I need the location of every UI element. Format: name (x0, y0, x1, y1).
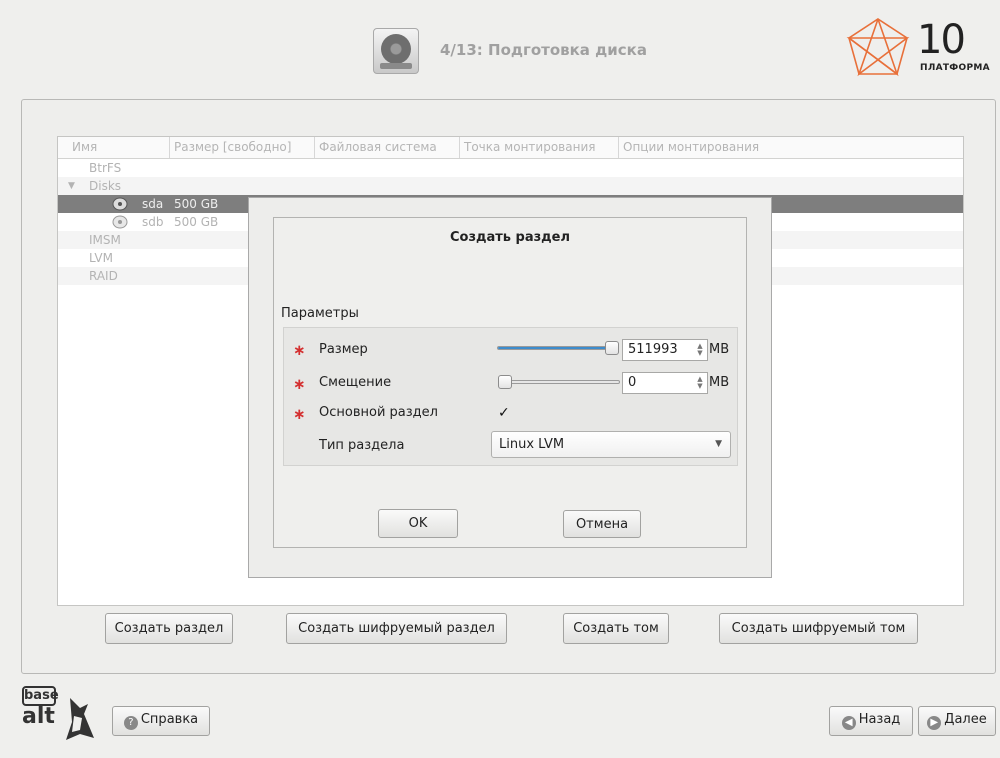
size-slider-fill (498, 347, 613, 349)
create-encrypted-partition-button[interactable]: Создать шифруемый раздел (286, 613, 507, 644)
expander-icon[interactable]: ▼ (68, 177, 75, 195)
row-name: Disks (89, 179, 122, 193)
tree-row[interactable]: BtrFS (58, 159, 963, 177)
offset-slider-handle[interactable] (498, 375, 512, 389)
ok-button[interactable]: OK (378, 509, 458, 538)
back-arrow-icon: ◀ (841, 716, 856, 730)
offset-unit: MB (709, 375, 730, 390)
partition-type-select[interactable]: Linux LVM ▼ (491, 431, 731, 458)
row-name: RAID (89, 269, 118, 283)
dialog-title: Создать раздел (449, 230, 571, 245)
size-unit: MB (709, 342, 730, 357)
required-marker: ∗ (293, 375, 306, 393)
partition-type-label: Тип раздела (319, 438, 405, 453)
row-name: BtrFS (89, 161, 122, 175)
tree-row[interactable]: ▼ Disks (58, 177, 963, 195)
logo-bottom-text: alt (22, 704, 55, 729)
disk-icon (112, 215, 128, 229)
create-volume-button[interactable]: Создать том (563, 613, 669, 644)
size-spinbox[interactable]: 511993 ▲ ▼ (622, 339, 708, 361)
penguin-mascot-icon (66, 698, 94, 740)
page-title: 4/13: Подготовка диска (440, 41, 647, 59)
column-header-name[interactable]: Имя (68, 137, 174, 158)
offset-spinbox[interactable]: 0 ▲ ▼ (622, 372, 708, 394)
brand-number: 10 (917, 17, 966, 63)
column-header-mountpoint[interactable]: Точка монтирования (459, 137, 618, 158)
row-name: IMSM (89, 233, 121, 247)
help-button[interactable]: ? Справка (112, 706, 210, 736)
row-size: 500 GB (174, 215, 219, 229)
tree-header: Имя Размер [свободно] Файловая система Т… (58, 137, 963, 159)
disk-icon (112, 197, 128, 211)
partition-type-value: Linux LVM (499, 437, 565, 452)
offset-value: 0 (628, 375, 637, 390)
column-header-filesystem[interactable]: Файловая система (314, 137, 459, 158)
size-slider[interactable] (497, 346, 619, 350)
size-slider-handle[interactable] (605, 341, 619, 355)
primary-partition-label: Основной раздел (319, 405, 438, 420)
help-icon: ? (123, 716, 138, 730)
create-encrypted-volume-button[interactable]: Создать шифруемый том (719, 613, 918, 644)
parameters-label: Параметры (281, 306, 359, 321)
row-name: sdb (142, 215, 164, 229)
size-value: 511993 (628, 342, 678, 357)
back-button[interactable]: ◀ Назад (829, 706, 913, 736)
offset-label: Смещение (319, 375, 392, 390)
basealt-logo-icon: base alt (20, 686, 100, 744)
required-marker: ∗ (293, 341, 306, 359)
next-label: Далее (944, 712, 987, 727)
help-label: Справка (140, 712, 199, 727)
row-size: 500 GB (174, 197, 219, 211)
next-arrow-icon: ▶ (927, 716, 942, 730)
spin-arrows-icon[interactable]: ▲ ▼ (695, 343, 705, 357)
create-partition-button[interactable]: Создать раздел (105, 613, 233, 644)
harddisk-icon (373, 28, 419, 74)
column-header-size[interactable]: Размер [свободно] (169, 137, 314, 158)
platform-logo-icon (846, 18, 910, 77)
column-header-mount-options[interactable]: Опции монтирования (618, 137, 818, 158)
brand-name: ПЛАТФОРМА (920, 63, 990, 73)
primary-partition-checkbox[interactable]: ✓ (498, 406, 512, 420)
offset-slider[interactable] (498, 380, 620, 384)
chevron-down-icon: ▼ (715, 439, 722, 449)
row-name: LVM (89, 251, 113, 265)
cancel-button[interactable]: Отмена (563, 510, 641, 538)
next-button[interactable]: ▶ Далее (918, 706, 996, 736)
spin-arrows-icon[interactable]: ▲ ▼ (695, 376, 705, 390)
row-name: sda (142, 197, 164, 211)
back-label: Назад (858, 712, 901, 727)
size-label: Размер (319, 342, 368, 357)
required-marker: ∗ (293, 405, 306, 423)
logo-top-text: base (22, 686, 59, 706)
